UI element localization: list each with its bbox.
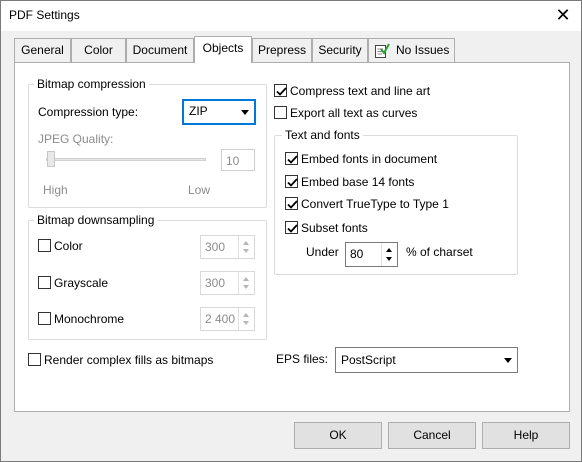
pdf-settings-dialog: PDF Settings ✕ General Color Document Ob… xyxy=(0,0,582,462)
checkmark-icon xyxy=(287,224,298,233)
cancel-button-label: Cancel xyxy=(413,428,451,442)
embed-fonts-label: Embed fonts in document xyxy=(301,152,438,166)
under-label: Under xyxy=(306,245,339,259)
help-button-label: Help xyxy=(513,428,539,442)
subset-threshold-spinner[interactable]: 80 xyxy=(345,242,398,267)
spin-up-icon xyxy=(243,241,249,245)
subset-threshold-buttons[interactable] xyxy=(381,243,397,266)
tab-no-issues-label: No Issues xyxy=(396,43,450,57)
export-text-curves-checkbox[interactable] xyxy=(274,106,287,119)
ok-button[interactable]: OK xyxy=(294,422,382,449)
bitmap-downsampling-title: Bitmap downsampling xyxy=(34,213,158,227)
compression-type-value: ZIP xyxy=(189,104,208,118)
jpeg-quality-label: JPEG Quality: xyxy=(38,132,114,146)
render-complex-fills-label: Render complex fills as bitmaps xyxy=(44,353,214,367)
tab-color-label: Color xyxy=(84,43,113,57)
tab-color[interactable]: Color xyxy=(71,38,126,62)
tab-general-label: General xyxy=(21,43,64,57)
spin-down-icon xyxy=(243,285,249,289)
color-spinner-buttons[interactable] xyxy=(238,236,254,258)
jpeg-quality-value: 10 xyxy=(226,154,240,168)
tab-document-label: Document xyxy=(132,43,188,57)
bitmap-compression-title: Bitmap compression xyxy=(34,77,149,91)
monochrome-spinner-buttons[interactable] xyxy=(238,308,254,330)
checkmark-icon xyxy=(287,178,298,187)
monochrome-resolution-spinner[interactable]: 2 400 xyxy=(200,307,255,331)
embed-fonts-checkbox[interactable] xyxy=(285,152,298,165)
color-checkbox[interactable] xyxy=(38,239,51,252)
tab-objects-label: Objects xyxy=(202,41,244,55)
compression-type-select[interactable]: ZIP xyxy=(182,99,256,125)
convert-truetype-label: Convert TrueType to Type 1 xyxy=(301,197,449,211)
compress-text-label: Compress text and line art xyxy=(290,84,431,98)
jpeg-quality-slider-track xyxy=(46,158,206,161)
monochrome-checkbox[interactable] xyxy=(38,312,51,325)
text-and-fonts-title: Text and fonts xyxy=(282,128,363,142)
subset-fonts-checkbox[interactable] xyxy=(285,221,298,234)
compression-type-label: Compression type: xyxy=(38,105,139,119)
spin-down-icon xyxy=(243,321,249,325)
eps-files-value: PostScript xyxy=(341,353,396,367)
tab-security[interactable]: Security xyxy=(312,38,368,62)
spin-up-icon xyxy=(386,248,392,252)
export-text-curves-label: Export all text as curves xyxy=(290,106,418,120)
tab-prepress-label: Prepress xyxy=(257,43,307,57)
convert-truetype-checkbox[interactable] xyxy=(285,197,298,210)
ok-button-label: OK xyxy=(329,428,347,442)
tab-objects[interactable]: Objects xyxy=(194,36,252,63)
spin-down-icon xyxy=(386,257,392,261)
checkmark-icon xyxy=(287,155,298,164)
subset-fonts-label: Subset fonts xyxy=(301,221,368,235)
color-resolution-spinner[interactable]: 300 xyxy=(200,235,255,259)
help-button[interactable]: Help xyxy=(482,422,570,449)
monochrome-resolution-value: 2 400 xyxy=(205,312,236,326)
compress-text-checkbox[interactable] xyxy=(274,84,287,97)
spin-up-icon xyxy=(243,313,249,317)
spin-up-icon xyxy=(243,277,249,281)
tab-security-label: Security xyxy=(318,43,362,57)
tab-general[interactable]: General xyxy=(14,38,71,62)
grayscale-spinner-buttons[interactable] xyxy=(238,272,254,294)
cancel-button[interactable]: Cancel xyxy=(388,422,476,449)
chevron-down-icon xyxy=(504,358,512,363)
grayscale-resolution-value: 300 xyxy=(205,276,226,290)
render-complex-fills-checkbox[interactable] xyxy=(28,353,41,366)
grayscale-resolution-spinner[interactable]: 300 xyxy=(200,271,255,295)
close-icon[interactable]: ✕ xyxy=(551,4,575,26)
slider-min-label: High xyxy=(43,183,68,197)
checkmark-icon xyxy=(276,87,287,96)
embed-base14-label: Embed base 14 fonts xyxy=(301,175,415,189)
window-title: PDF Settings xyxy=(9,8,80,22)
document-check-icon xyxy=(374,43,390,59)
eps-files-label: EPS files: xyxy=(276,352,329,366)
eps-files-select[interactable]: PostScript xyxy=(335,347,518,373)
jpeg-quality-input[interactable]: 10 xyxy=(221,149,255,171)
monochrome-label: Monochrome xyxy=(54,312,125,326)
jpeg-quality-slider-thumb[interactable] xyxy=(47,151,55,167)
checkmark-icon xyxy=(287,200,298,209)
tab-prepress[interactable]: Prepress xyxy=(252,38,312,62)
subset-threshold-value: 80 xyxy=(350,247,364,261)
color-label: Color xyxy=(54,239,83,253)
slider-max-label: Low xyxy=(188,183,211,197)
embed-base14-checkbox[interactable] xyxy=(285,175,298,188)
spin-down-icon xyxy=(243,249,249,253)
grayscale-checkbox[interactable] xyxy=(38,276,51,289)
tab-no-issues[interactable]: No Issues xyxy=(368,38,455,62)
tab-document[interactable]: Document xyxy=(126,38,194,62)
chevron-down-icon xyxy=(241,110,249,115)
color-resolution-value: 300 xyxy=(205,240,226,254)
grayscale-label: Grayscale xyxy=(54,276,109,290)
title-bar: PDF Settings ✕ xyxy=(1,1,581,31)
percent-of-charset-label: % of charset xyxy=(406,245,473,259)
